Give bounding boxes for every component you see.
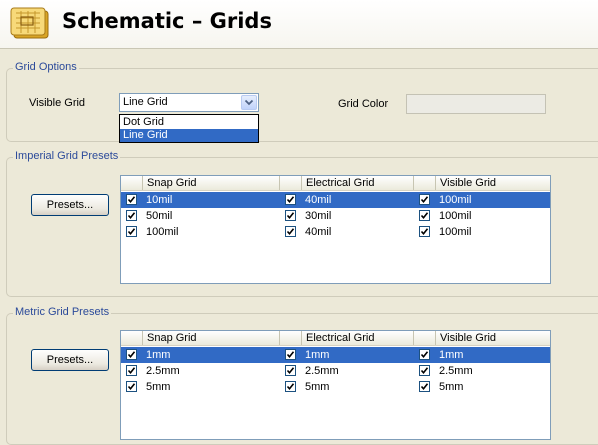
electrical-value: 5mm	[305, 381, 330, 393]
snap-checkbox[interactable]	[126, 365, 137, 376]
table-row[interactable]: 1mm 1mm 1mm	[121, 347, 550, 363]
checkmark-icon	[286, 367, 295, 375]
dropdown-option-dot-grid[interactable]: Dot Grid	[120, 116, 258, 129]
imperial-presets-button[interactable]: Presets...	[31, 194, 109, 216]
chevron-down-icon	[244, 99, 254, 106]
visible-value: 100mil	[439, 210, 472, 222]
snap-value: 100mil	[146, 226, 179, 238]
table-row[interactable]: 2.5mm 2.5mm 2.5mm	[121, 363, 550, 379]
visible-grid-label: Visible Grid	[29, 97, 86, 109]
metric-presets-button[interactable]: Presets...	[31, 349, 109, 371]
snap-checkbox[interactable]	[126, 381, 137, 392]
electrical-value: 30mil	[305, 210, 332, 222]
electrical-checkbox[interactable]	[285, 365, 296, 376]
electrical-checkbox[interactable]	[285, 349, 296, 360]
checkmark-icon	[286, 196, 295, 204]
page-header: Schematic – Grids	[0, 0, 598, 49]
header-visible-grid[interactable]: Visible Grid	[436, 331, 550, 345]
visible-checkbox[interactable]	[419, 226, 430, 237]
visible-value: 100mil	[439, 194, 472, 206]
header-electrical-grid[interactable]: Electrical Grid	[302, 331, 414, 345]
electrical-value: 1mm	[305, 349, 330, 361]
checkmark-icon	[127, 196, 136, 204]
visible-value: 5mm	[439, 381, 464, 393]
header-snap-check	[121, 176, 143, 190]
dropdown-button[interactable]	[241, 95, 257, 110]
visible-grid-value: Line Grid	[123, 96, 168, 108]
visible-grid-select[interactable]: Line Grid	[119, 93, 259, 112]
snap-checkbox[interactable]	[126, 194, 137, 205]
checkmark-icon	[420, 367, 429, 375]
header-visible-check	[414, 331, 436, 345]
header-visible-check	[414, 176, 436, 190]
header-visible-grid[interactable]: Visible Grid	[436, 176, 550, 190]
checkmark-icon	[420, 212, 429, 220]
checkmark-icon	[286, 228, 295, 236]
electrical-value: 2.5mm	[305, 365, 339, 377]
checkmark-icon	[420, 383, 429, 391]
snap-checkbox[interactable]	[126, 226, 137, 237]
grid-color-picker[interactable]	[406, 94, 546, 114]
schematic-grid-icon	[10, 7, 49, 39]
snap-value: 1mm	[146, 349, 171, 361]
grid-color-label: Grid Color	[338, 98, 389, 110]
checkmark-icon	[127, 228, 136, 236]
visible-value: 1mm	[439, 349, 464, 361]
checkmark-icon	[127, 212, 136, 220]
snap-checkbox[interactable]	[126, 349, 137, 360]
header-snap-grid[interactable]: Snap Grid	[143, 176, 280, 190]
checkmark-icon	[127, 367, 136, 375]
table-row[interactable]: 5mm 5mm 5mm	[121, 379, 550, 395]
imperial-presets-label: Imperial Grid Presets	[13, 150, 121, 162]
grid-options-label: Grid Options	[13, 61, 79, 73]
checkmark-icon	[420, 196, 429, 204]
checkmark-icon	[127, 383, 136, 391]
table-row[interactable]: 100mil 40mil 100mil	[121, 224, 550, 240]
snap-value: 50mil	[146, 210, 173, 222]
electrical-value: 40mil	[305, 194, 332, 206]
checkmark-icon	[420, 351, 429, 359]
dropdown-option-line-grid[interactable]: Line Grid	[120, 129, 258, 142]
snap-value: 10mil	[146, 194, 173, 206]
electrical-checkbox[interactable]	[285, 381, 296, 392]
checkmark-icon	[286, 383, 295, 391]
header-electrical-check	[280, 331, 302, 345]
visible-checkbox[interactable]	[419, 210, 430, 221]
metric-presets-grid: Snap Grid Electrical Grid Visible Grid 1…	[120, 330, 551, 440]
table-row[interactable]: 10mil 40mil 100mil	[121, 192, 550, 208]
electrical-checkbox[interactable]	[285, 194, 296, 205]
electrical-checkbox[interactable]	[285, 210, 296, 221]
checkmark-icon	[286, 351, 295, 359]
visible-checkbox[interactable]	[419, 381, 430, 392]
header-snap-check	[121, 331, 143, 345]
visible-grid-dropdown-list: Dot Grid Line Grid	[119, 114, 259, 143]
visible-checkbox[interactable]	[419, 349, 430, 360]
checkmark-icon	[286, 212, 295, 220]
snap-checkbox[interactable]	[126, 210, 137, 221]
metric-presets-label: Metric Grid Presets	[13, 306, 112, 318]
header-snap-grid[interactable]: Snap Grid	[143, 331, 280, 345]
grid-header: Snap Grid Electrical Grid Visible Grid	[121, 331, 550, 346]
visible-value: 100mil	[439, 226, 472, 238]
checkmark-icon	[127, 351, 136, 359]
imperial-presets-grid: Snap Grid Electrical Grid Visible Grid 1…	[120, 175, 551, 284]
checkmark-icon	[420, 228, 429, 236]
header-electrical-check	[280, 176, 302, 190]
visible-value: 2.5mm	[439, 365, 473, 377]
snap-value: 5mm	[146, 381, 171, 393]
electrical-value: 40mil	[305, 226, 332, 238]
visible-checkbox[interactable]	[419, 365, 430, 376]
electrical-checkbox[interactable]	[285, 226, 296, 237]
page-title: Schematic – Grids	[62, 9, 272, 33]
visible-checkbox[interactable]	[419, 194, 430, 205]
header-electrical-grid[interactable]: Electrical Grid	[302, 176, 414, 190]
table-row[interactable]: 50mil 30mil 100mil	[121, 208, 550, 224]
snap-value: 2.5mm	[146, 365, 180, 377]
grid-header: Snap Grid Electrical Grid Visible Grid	[121, 176, 550, 191]
